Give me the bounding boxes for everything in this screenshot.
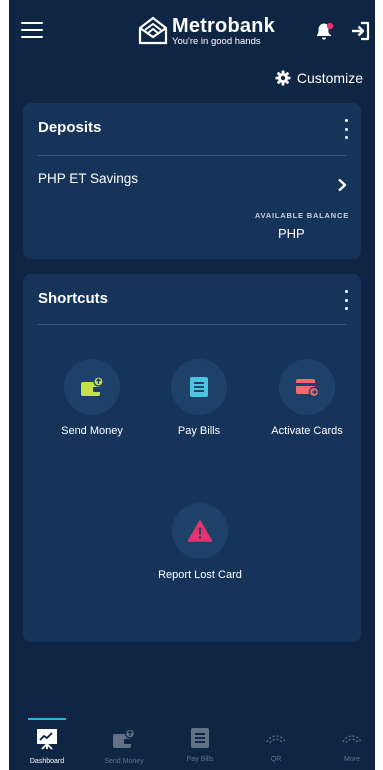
nav-pay-bills[interactable]: Pay Bills [170, 728, 230, 763]
shortcut-label: Send Money [61, 425, 123, 437]
bottom-navigation: Dashboard Send Money Pay Bills QR More [9, 716, 375, 770]
active-tab-indicator [28, 718, 66, 720]
app-screen: Metrobank You're in good hands Customize… [9, 0, 375, 770]
notification-bell-icon[interactable] [313, 20, 335, 42]
wallet-icon [81, 376, 104, 396]
brand-logo: Metrobank You're in good hands [138, 14, 275, 48]
notification-dot [326, 22, 334, 30]
nav-label: QR [270, 756, 282, 763]
gear-icon [275, 70, 291, 86]
nav-dashboard[interactable]: Dashboard [17, 728, 77, 765]
nav-label: More [344, 756, 360, 763]
nav-label: Pay Bills [186, 756, 214, 763]
shortcut-label: Report Lost Card [158, 569, 242, 581]
brand-tagline: You're in good hands [172, 35, 261, 47]
bill-icon [190, 377, 208, 397]
card-icon [296, 379, 320, 398]
more-icon [342, 735, 362, 744]
logout-icon[interactable] [349, 20, 371, 42]
shortcuts-title: Shortcuts [38, 290, 109, 307]
app-header: Metrobank You're in good hands [9, 0, 375, 60]
customize-label: Customize [296, 70, 363, 86]
brand-name: Metrobank [172, 14, 275, 37]
shortcut-icon-circle [64, 359, 120, 415]
shortcuts-divider [38, 324, 346, 325]
nav-more[interactable]: More [322, 728, 375, 763]
shortcut-activate-cards[interactable]: Activate Cards [252, 359, 362, 437]
deposits-title: Deposits [38, 119, 102, 136]
deposits-more-options-icon[interactable] [341, 119, 351, 139]
hamburger-menu-icon[interactable] [21, 22, 43, 40]
available-balance-label: AVAILABLE BALANCE [254, 211, 349, 220]
shortcut-pay-bills[interactable]: Pay Bills [144, 359, 254, 437]
deposits-divider [38, 155, 346, 156]
shortcut-label: Pay Bills [177, 425, 221, 437]
dashboard-icon [37, 729, 57, 750]
shortcuts-more-options-icon[interactable] [341, 290, 351, 310]
deposits-card: Deposits PHP ET Savings AVAILABLE BALANC… [23, 103, 361, 259]
shortcuts-card: Shortcuts Send Money Pay Bills Activate … [23, 274, 361, 642]
shortcut-icon-circle [279, 359, 335, 415]
account-name[interactable]: PHP ET Savings [38, 171, 138, 186]
available-balance-value: PHP [278, 226, 305, 241]
shortcut-icon-circle [172, 503, 228, 559]
nav-label: Dashboard [29, 758, 65, 765]
shortcut-label: Activate Cards [271, 425, 343, 437]
customize-button[interactable]: Customize [275, 70, 363, 86]
shortcut-send-money[interactable]: Send Money [37, 359, 147, 437]
shortcut-icon-circle [171, 359, 227, 415]
metrobank-logo-icon [138, 16, 168, 45]
nav-label: Send Money [104, 758, 144, 765]
chevron-right-icon[interactable] [337, 178, 347, 192]
wallet-icon [113, 728, 136, 748]
qr-icon [266, 735, 286, 744]
nav-qr[interactable]: QR [246, 728, 306, 763]
nav-send-money[interactable]: Send Money [94, 728, 154, 765]
bill-icon [191, 728, 209, 748]
shortcut-report-lost-card[interactable]: Report Lost Card [145, 503, 255, 581]
warning-icon [187, 520, 213, 542]
